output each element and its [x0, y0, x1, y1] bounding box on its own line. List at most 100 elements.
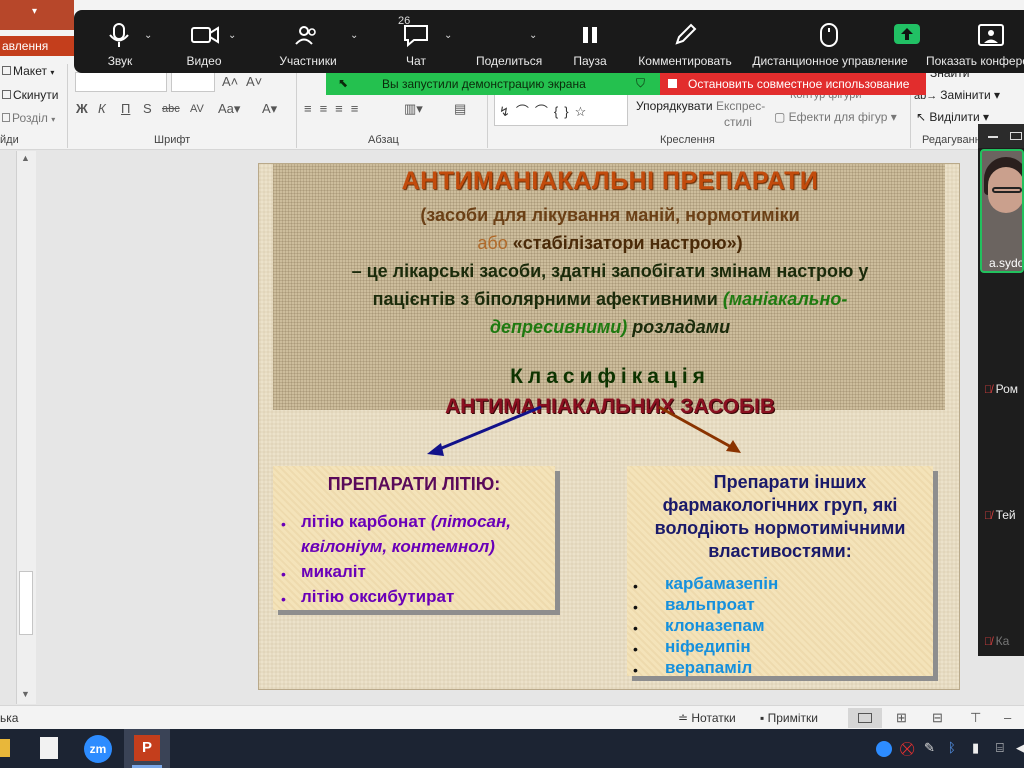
reset-button[interactable]: Скинути: [2, 88, 58, 102]
windows-taskbar: zm P ⛒ ✎ ᛒ ▮ ⌸ ◀: [0, 729, 1024, 768]
video-button[interactable]: Видео: [178, 10, 230, 73]
shadow-icon[interactable]: S: [143, 101, 152, 116]
participants-options-chevron-icon[interactable]: ⌄: [350, 30, 358, 41]
left-arrowhead: [427, 443, 444, 456]
annotate-button[interactable]: Комментировать: [636, 10, 734, 73]
italic-icon[interactable]: К: [98, 101, 106, 116]
font-color-icon[interactable]: A▾: [262, 101, 277, 117]
scroll-thumb[interactable]: [19, 571, 33, 635]
shape-effects-button[interactable]: ▢ Ефекти для фігур ▾: [774, 110, 897, 124]
slide-canvas[interactable]: АНТИМАНІАКАЛЬНІ ПРЕПАРАТИ (засоби для лі…: [258, 163, 960, 690]
zoom-tray-icon[interactable]: [876, 741, 892, 757]
section-button[interactable]: Розділ ▾: [2, 111, 55, 125]
underline-icon[interactable]: П: [121, 101, 130, 116]
divider: [67, 64, 68, 148]
stop-share-button[interactable]: Остановить совместное использование: [660, 73, 926, 95]
audio-button[interactable]: Звук: [94, 10, 146, 73]
grow-font-icon[interactable]: A˄: [222, 74, 238, 89]
participants-icon: [295, 26, 316, 45]
reading-view-icon[interactable]: ⊟: [932, 710, 943, 726]
volume-tray-icon[interactable]: ◀: [1016, 741, 1024, 757]
layout-label: Макет: [13, 64, 47, 78]
chat-options-chevron-icon[interactable]: ⌄: [444, 30, 452, 41]
arrange-button[interactable]: Упорядкувати: [636, 99, 713, 113]
scroll-up-icon[interactable]: ▲: [21, 153, 30, 163]
list-item: карбамазепін: [665, 574, 779, 593]
sharing-status-banner: ⬉ Вы запустили демонстрацию экрана ⛉: [326, 73, 660, 95]
powerpoint-app-icon[interactable]: P: [134, 735, 160, 761]
font-size-field[interactable]: [171, 72, 215, 92]
vertical-scrollbar[interactable]: ▲ ▼: [16, 151, 36, 704]
tools-tray-icon[interactable]: ✎: [924, 741, 940, 757]
video-panel-header[interactable]: [978, 124, 1024, 148]
bold-icon[interactable]: Ж: [76, 101, 88, 116]
slideshow-icon[interactable]: ⊤: [970, 710, 981, 726]
quick-styles-button[interactable]: Експрес-: [716, 99, 765, 113]
language-indicator[interactable]: ька: [0, 711, 18, 725]
remote-control-button[interactable]: Дистанционное управление: [750, 10, 910, 73]
participant-tile[interactable]: 🎙̸ Ром: [984, 382, 1018, 396]
bluetooth-tray-icon[interactable]: ᛒ: [948, 741, 964, 757]
strikethrough-icon[interactable]: abc: [162, 103, 180, 115]
view-switch-icon[interactable]: [1010, 132, 1022, 140]
audio-options-chevron-icon[interactable]: ⌄: [144, 30, 152, 41]
customize-qat-icon[interactable]: ▾: [32, 6, 37, 17]
section-label: Розділ: [12, 111, 48, 125]
show-conference-button[interactable]: Показать конфере: [926, 10, 1024, 73]
participant-tile[interactable]: 🎙̸ Ка: [984, 634, 1009, 648]
comments-button[interactable]: ▪ Примітки: [760, 711, 818, 725]
zoom-out-icon[interactable]: –: [1004, 710, 1011, 725]
arrange-label: Упорядкувати: [636, 99, 713, 113]
pencil-icon: [675, 23, 697, 45]
folder-icon[interactable]: [0, 739, 10, 757]
other-title-line-1: Препарати інших: [713, 472, 867, 492]
other-title-line-4: властивостями:: [708, 541, 852, 561]
list-item: верапаміл: [665, 658, 753, 677]
pause-share-button[interactable]: Пауза: [564, 10, 616, 73]
self-video-tile[interactable]: a.sydo: [980, 149, 1024, 273]
pause-label: Пауза: [573, 54, 607, 68]
chevron-down-icon: ▾: [51, 115, 56, 124]
participants-button[interactable]: Участники: [274, 10, 342, 73]
participant-tile[interactable]: 🎙̸ Тей: [984, 508, 1016, 522]
share-options-chevron-icon[interactable]: ⌄: [529, 30, 537, 41]
share-screen-button[interactable]: Поделиться: [476, 10, 920, 73]
slide-sorter-icon[interactable]: ⊞: [896, 710, 907, 726]
minimize-icon[interactable]: [988, 136, 998, 138]
char-spacing-icon[interactable]: AV: [190, 103, 204, 115]
select-button[interactable]: ↖ Виділити ▾: [916, 110, 989, 124]
list-item: микаліт: [301, 562, 366, 581]
bullet: •: [633, 662, 638, 678]
stop-square-icon: [668, 79, 677, 88]
notes-label: Нотатки: [691, 711, 736, 725]
network-tray-icon[interactable]: ⌸: [996, 741, 1012, 757]
other-groups-box: Препарати інших фармакологічних груп, як…: [627, 466, 933, 678]
list-item: квілоніум, контемнол): [301, 537, 495, 556]
shapes-gallery[interactable]: ↯⌒⌒{}☆: [494, 94, 628, 126]
chat-button[interactable]: Чат: [390, 10, 442, 73]
font-name-field[interactable]: [75, 72, 167, 92]
stop-share-label: Остановить совместное использование: [688, 77, 910, 91]
replace-button[interactable]: ab→ Замінити ▾: [914, 88, 1000, 102]
change-case-icon[interactable]: Aa▾: [218, 101, 240, 117]
comment-icon: ▪: [760, 711, 768, 725]
acrobat-tray-icon[interactable]: ⛒: [900, 741, 916, 757]
shrink-font-icon[interactable]: A˅: [246, 74, 262, 89]
tab-home[interactable]: авлення: [0, 36, 74, 56]
zoom-app-icon[interactable]: zm: [84, 735, 112, 763]
notes-button[interactable]: ≐ Нотатки: [678, 711, 736, 725]
scroll-down-icon[interactable]: ▼: [21, 689, 30, 699]
document-icon[interactable]: [40, 737, 58, 759]
right-arrow: [658, 405, 734, 450]
layout-button[interactable]: Макет ▾: [2, 64, 54, 78]
share-arrow-small-icon: ⬉: [338, 76, 349, 90]
columns-icon[interactable]: ▥▾: [404, 101, 423, 117]
bullet: •: [633, 578, 638, 594]
microphone-tray-icon[interactable]: ▮: [972, 741, 988, 757]
normal-view-icon[interactable]: [848, 708, 882, 728]
align-buttons-icon[interactable]: ≡≡≡≡: [304, 101, 366, 116]
video-options-chevron-icon[interactable]: ⌄: [228, 30, 236, 41]
font-group-label: Шрифт: [154, 134, 191, 146]
security-shield-icon: ⛉: [636, 76, 646, 90]
align-text-icon[interactable]: ▤: [454, 101, 466, 117]
